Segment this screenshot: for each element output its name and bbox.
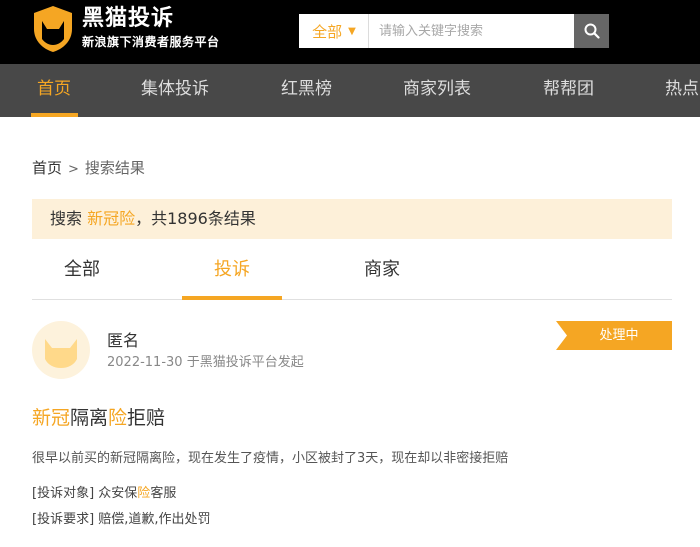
demand-label: [投诉要求] — [32, 512, 95, 527]
top-header: 黑猫投诉 新浪旗下消费者服务平台 全部 ▼ — [0, 0, 700, 64]
title-highlight-1: 新冠 — [32, 407, 71, 429]
demand-text: 赔偿,道歉,作出处罚 — [94, 512, 211, 527]
status-badge: 处理中 — [599, 328, 639, 343]
target-highlight: 险 — [137, 486, 151, 501]
search-input[interactable] — [370, 14, 573, 48]
complaint-title[interactable]: 新冠隔离险拒赔 — [32, 405, 165, 431]
nav-item-red-black-list[interactable]: 红黑榜 — [281, 64, 332, 117]
tab-all[interactable]: 全部 — [32, 250, 132, 300]
title-text-2: 拒赔 — [127, 407, 166, 429]
search-box: 全部 ▼ — [299, 14, 609, 48]
complaint-summary[interactable]: 很早以前买的新冠隔离险，现在发生了疫情，小区被封了3天，现在却以非密接拒赔 — [32, 450, 508, 468]
nav-active-indicator — [31, 113, 78, 117]
avatar[interactable] — [32, 321, 90, 379]
complaint-date: 2022-11-30 — [107, 355, 183, 370]
complaint-target: [投诉对象] 众安保险客服 — [32, 485, 176, 503]
nav-item-hot[interactable]: 热点 — [665, 64, 699, 117]
search-divider — [368, 14, 369, 48]
complaint-source: 于黑猫投诉平台发起 — [182, 355, 304, 370]
search-icon — [584, 23, 600, 39]
breadcrumb-home[interactable]: 首页 — [32, 159, 62, 177]
search-scope-label: 全部 — [312, 22, 343, 41]
complaint-user-name: 匿名 — [107, 331, 140, 350]
tab-merchants[interactable]: 商家 — [332, 250, 432, 300]
brand-slogan: 新浪旗下消费者服务平台 — [82, 35, 220, 49]
title-text-1: 隔离 — [70, 407, 109, 429]
target-text-1: 众安保 — [94, 486, 138, 501]
search-scope-dropdown[interactable]: 全部 ▼ — [299, 14, 369, 48]
result-keyword: 新冠险 — [87, 209, 136, 228]
result-count-text: ，共1896条结果 — [135, 209, 256, 228]
title-highlight-2: 险 — [108, 407, 128, 429]
nav-item-merchant-list[interactable]: 商家列表 — [403, 64, 471, 117]
result-prefix: 搜索 — [50, 209, 88, 228]
complaint-demand: [投诉要求] 赔偿,道歉,作出处罚 — [32, 511, 211, 529]
nav-item-group-complaints[interactable]: 集体投诉 — [141, 64, 209, 117]
target-label: [投诉对象] — [32, 486, 95, 501]
breadcrumb-current: 搜索结果 — [84, 159, 145, 177]
complaint-meta: 2022-11-30 于黑猫投诉平台发起 — [107, 354, 304, 372]
search-button[interactable] — [574, 14, 609, 48]
search-result-summary: 搜索 新冠险，共1896条结果 — [32, 199, 672, 239]
result-tabs: 全部 投诉 商家 — [32, 250, 672, 300]
target-text-2: 客服 — [150, 486, 177, 501]
cat-shield-logo-icon[interactable] — [32, 5, 74, 53]
nav-item-help-group[interactable]: 帮帮团 — [543, 64, 594, 117]
tab-complaints[interactable]: 投诉 — [182, 250, 282, 300]
cat-avatar-icon — [45, 339, 77, 368]
nav-item-home[interactable]: 首页 — [37, 64, 71, 117]
main-nav: 首页 集体投诉 红黑榜 商家列表 帮帮团 热点 — [0, 64, 700, 117]
caret-down-icon: ▼ — [348, 25, 356, 37]
breadcrumb: 首页 > 搜索结果 — [32, 157, 145, 181]
brand-title[interactable]: 黑猫投诉 — [82, 6, 174, 32]
breadcrumb-separator: > — [68, 162, 79, 177]
tab-active-indicator — [182, 296, 282, 300]
